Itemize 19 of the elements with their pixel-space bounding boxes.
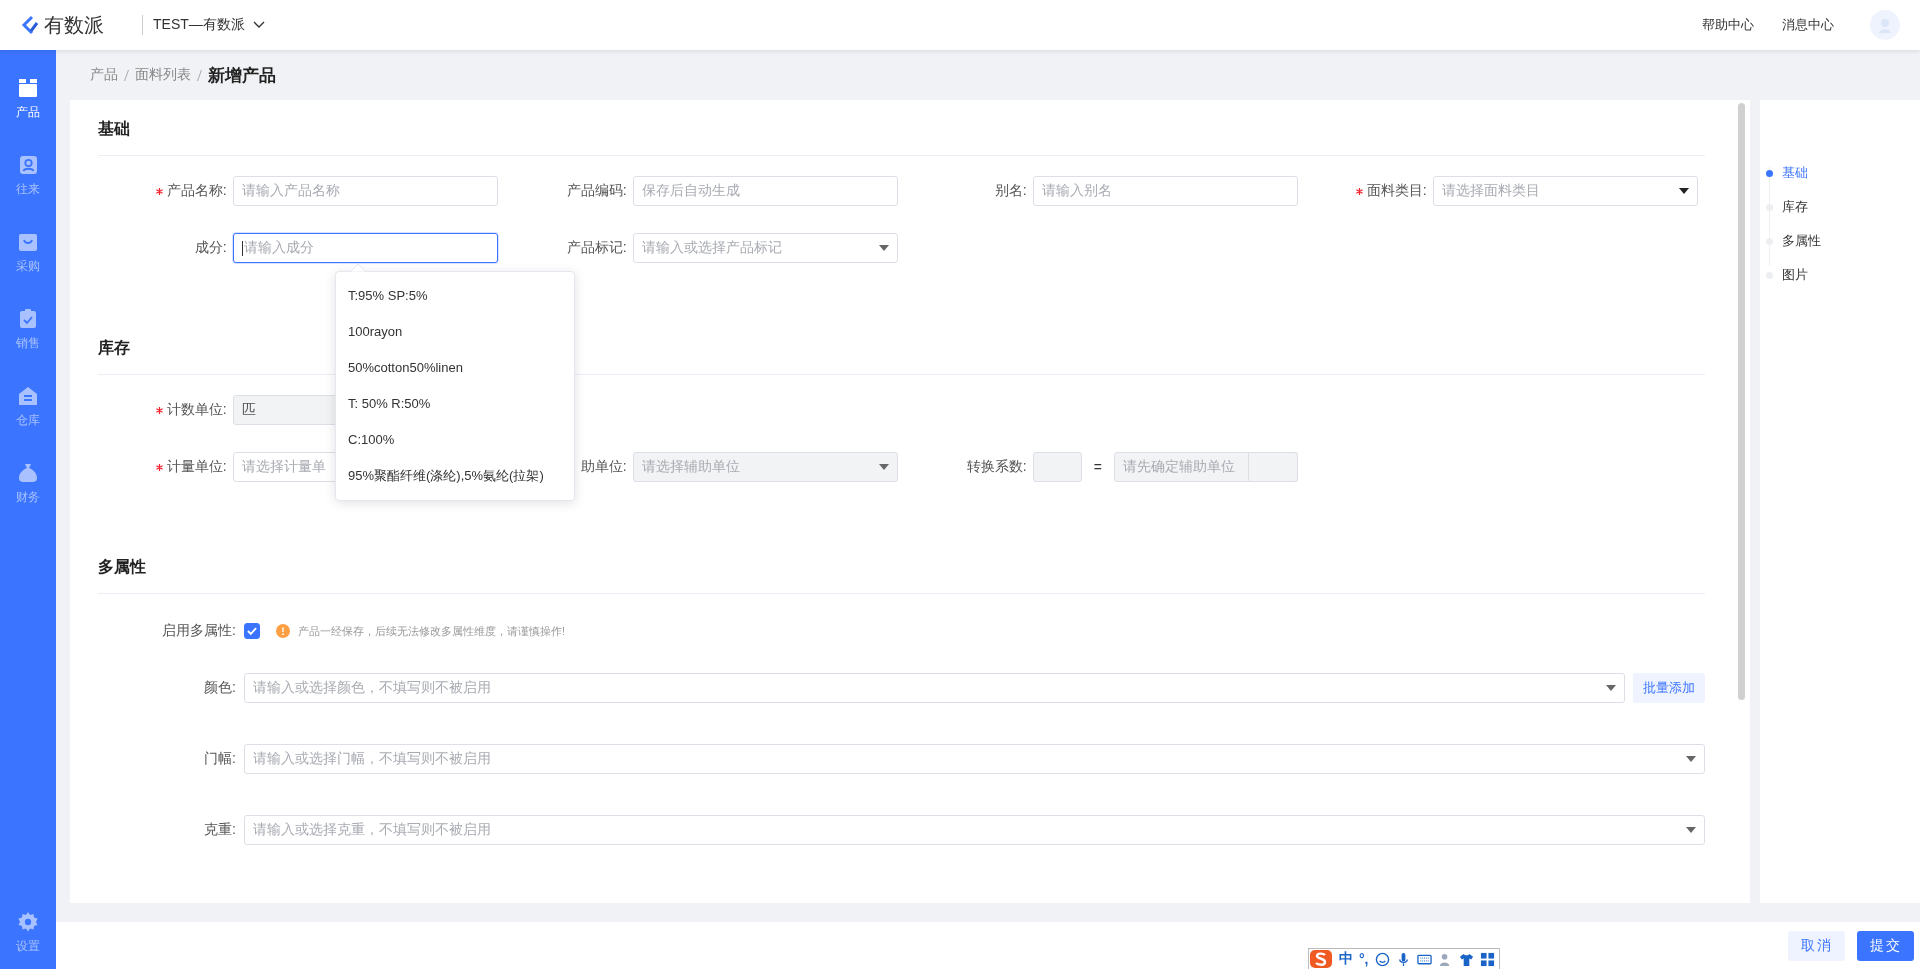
field-label: 产品名称: (166, 182, 227, 200)
field-label: 颜色: (203, 679, 236, 697)
brand-name: 有数派 (44, 12, 104, 38)
field-label: 转换系数: (966, 458, 1027, 476)
field-label: 助单位: (580, 458, 627, 476)
field-label: 启用多属性: (161, 622, 236, 640)
warning-text: 产品一经保存，后续无法修改多属性维度，请谨慎操作! (298, 623, 566, 639)
field-label: 成分: (194, 239, 227, 257)
field-label: 别名: (994, 182, 1027, 200)
section-title: 基础 (98, 100, 1705, 156)
field-label: 克重: (203, 821, 236, 839)
equals-sign: = (1093, 459, 1102, 475)
field-label: 产品标记: (566, 239, 627, 257)
field-label: 计量单位: (166, 458, 227, 476)
section-title: 多属性 (98, 538, 1705, 594)
field-label: 计数单位: (166, 401, 227, 419)
field-label: 门幅: (203, 750, 236, 768)
field-label: 面料类目: (1366, 182, 1427, 200)
field-label: 产品编码: (566, 182, 627, 200)
